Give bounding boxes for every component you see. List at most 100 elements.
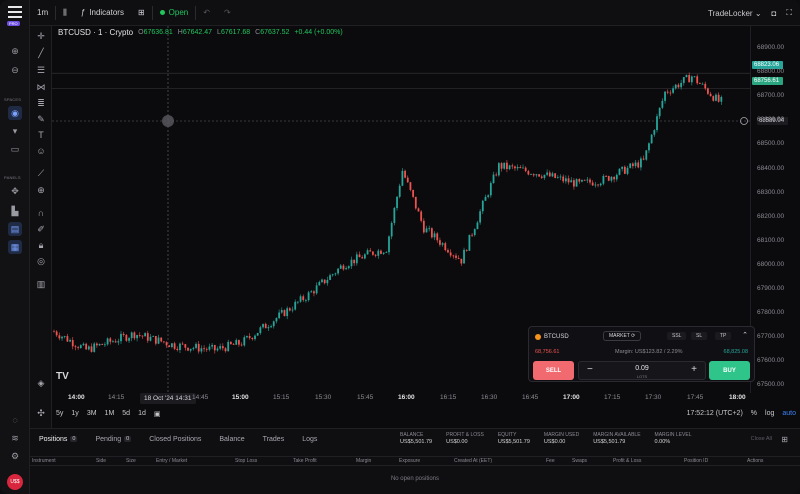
range-1y[interactable]: 1y (67, 410, 82, 417)
date-range-icon[interactable]: ▣ (150, 410, 165, 418)
range-1d[interactable]: 1d (134, 410, 150, 417)
fullscreen-icon[interactable]: ⛶ (786, 8, 792, 18)
text-tool-icon[interactable]: T (34, 128, 48, 142)
time-axis[interactable]: 18 Oct '24 14:31 14:00 14:15 14:45 15:00 15:… (52, 393, 750, 405)
app-logo[interactable] (8, 6, 22, 18)
fib-retracement-icon[interactable]: ≣ (34, 96, 48, 110)
candle-body (310, 291, 313, 293)
clock[interactable]: 17:52:12 (UTC+2) (687, 410, 743, 417)
range-1m[interactable]: 1M (101, 410, 119, 417)
zoom-in-icon[interactable]: ⊕ (8, 44, 22, 58)
space-cart-icon[interactable]: ▾ (8, 124, 22, 138)
panel-layout-icon[interactable]: ▦ (8, 240, 22, 254)
candle-body (417, 208, 420, 212)
order-symbol[interactable]: BTCUSD (535, 333, 569, 340)
log-toggle[interactable]: log (765, 410, 774, 417)
panel-trade-icon[interactable]: ▤ (8, 222, 22, 236)
range-3m[interactable]: 3M (83, 410, 101, 417)
camera-icon[interactable]: ◘ (772, 9, 777, 18)
redo-icon[interactable]: ↷ (217, 0, 238, 26)
range-5d[interactable]: 5d (118, 410, 134, 417)
avatar[interactable]: U$$ (7, 474, 23, 490)
order-type-select[interactable]: MARKET ⟳ (603, 331, 642, 341)
trash-icon[interactable]: ▥ (34, 277, 48, 291)
candle-body (342, 265, 345, 270)
candle-style-icon[interactable]: ⫼ (56, 0, 74, 26)
candle-body (189, 348, 192, 351)
tab-trades[interactable]: Trades (254, 429, 294, 449)
compass-icon[interactable]: ✣ (34, 406, 48, 420)
column-header[interactable]: Swaps (572, 458, 587, 464)
column-header[interactable]: Actions (747, 458, 763, 464)
candle-body (688, 75, 691, 83)
layout-grid-icon[interactable]: ⊞ (131, 0, 152, 26)
crosshair-icon[interactable]: ✛ (34, 29, 48, 43)
column-header[interactable]: Profit & Loss (613, 458, 641, 464)
candle-body (666, 91, 669, 93)
tab-logs[interactable]: Logs (293, 429, 326, 449)
close-all-button[interactable]: Close All (751, 436, 772, 442)
column-header[interactable]: Instrument (32, 458, 56, 464)
magnet-icon[interactable]: ∩ (34, 206, 48, 220)
quantity-value[interactable]: 0.09 (579, 365, 705, 372)
column-header[interactable]: Size (126, 458, 136, 464)
price-axis[interactable]: 68823.06 68756.61 68589.04 68900.00 68800… (750, 26, 800, 393)
interval-select[interactable]: 1m (30, 0, 55, 26)
layout-name-dropdown[interactable]: TradeLocker ⌄ (708, 9, 762, 18)
horizontal-lines-icon[interactable]: ☰ (34, 63, 48, 77)
quantity-stepper[interactable]: − 0.09 LOTS + (578, 361, 706, 380)
tab-sl[interactable]: SL (691, 332, 708, 340)
zoom-icon[interactable]: ⊕ (34, 183, 48, 197)
tab-ssl[interactable]: SSL (667, 332, 687, 340)
tab-positions[interactable]: Positions 0 (30, 429, 86, 449)
lock-icon[interactable]: 🔒︎ (34, 238, 48, 252)
panel-gamepad-icon[interactable]: ✥ (8, 184, 22, 198)
settings-icon[interactable]: ⚙ (8, 449, 22, 463)
candle-body (465, 249, 468, 251)
undo-icon[interactable]: ↶ (196, 0, 217, 26)
panel-chart-icon[interactable]: ▙ (8, 204, 22, 218)
percent-toggle[interactable]: % (751, 410, 757, 417)
price-tick: 68300.00 (757, 188, 785, 196)
tab-closed-positions[interactable]: Closed Positions (140, 429, 210, 449)
ruler-icon[interactable]: ⟋ (34, 166, 48, 180)
sell-button[interactable]: SELL (533, 361, 574, 380)
pitchfork-icon[interactable]: ⋈ (34, 80, 48, 94)
column-header[interactable]: Margin (356, 458, 371, 464)
zoom-out-icon[interactable]: ⊖ (8, 63, 22, 77)
layers-icon[interactable]: ◈ (34, 376, 48, 390)
candle-body (211, 344, 214, 347)
column-header[interactable]: Position ID (684, 458, 708, 464)
column-header[interactable]: Take Profit (293, 458, 317, 464)
tradingview-logo[interactable]: TV (56, 371, 69, 382)
brush-icon[interactable]: ✎ (34, 112, 48, 126)
candle-body (696, 76, 699, 84)
plus-icon[interactable]: + (691, 364, 697, 375)
emoji-icon[interactable]: ☺ (34, 144, 48, 158)
column-header[interactable]: Exposure (399, 458, 420, 464)
indicators-button[interactable]: ƒ Indicators (74, 0, 131, 26)
column-header[interactable]: Entry / Market (156, 458, 187, 464)
legend-symbol[interactable]: BTCUSD · 1 · Crypto (58, 28, 133, 37)
column-header[interactable]: Fee (546, 458, 555, 464)
tab-tp[interactable]: TP (715, 332, 732, 340)
tab-pending[interactable]: Pending 0 (86, 429, 140, 449)
space-chart-icon[interactable]: ◉ (8, 106, 22, 120)
auto-scale-toggle[interactable]: auto (782, 410, 796, 417)
column-header[interactable]: Side (96, 458, 106, 464)
wifi-icon[interactable]: ≋ (8, 431, 22, 445)
range-5y[interactable]: 5y (52, 410, 67, 417)
buy-button[interactable]: BUY (709, 361, 750, 380)
candle-body (179, 343, 181, 351)
trend-line-icon[interactable]: ╱ (34, 46, 48, 60)
support-chat-icon[interactable]: ◌ (8, 413, 22, 427)
panel-layout-grid-icon[interactable]: ⊞ (781, 435, 788, 444)
column-header[interactable]: Created At (EET) (454, 458, 492, 464)
space-chat-icon[interactable]: ▭ (8, 142, 22, 156)
tab-balance[interactable]: Balance (210, 429, 253, 449)
candle-body (374, 254, 377, 256)
collapse-chevron-icon[interactable]: ⌃ (742, 331, 748, 339)
draw-mode-icon[interactable]: ✐ (34, 222, 48, 236)
column-header[interactable]: Stop Loss (235, 458, 257, 464)
eye-icon[interactable]: ◎ (34, 254, 48, 268)
